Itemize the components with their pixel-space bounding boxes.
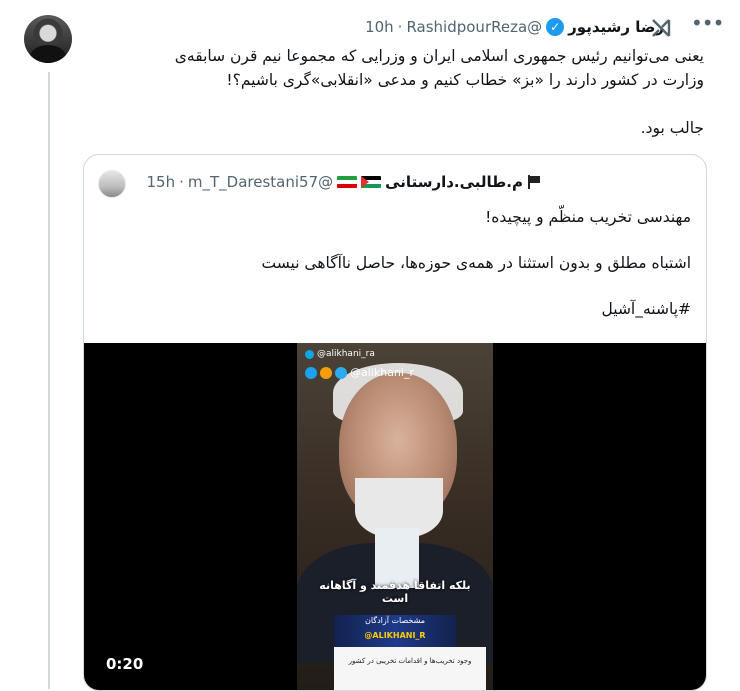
watermark-top-text: @alikhani_ra (317, 349, 375, 359)
separator: · (397, 18, 403, 36)
quoted-text-line: اشتباه مطلق و بدون استثنا در همه‌ی حوزه‌… (261, 254, 691, 272)
tweet-text-line: یعنی می‌توانیم رئیس جمهوری اسلامی ایران … (174, 47, 704, 65)
tweet-header: رضا رشیدپور ✓ @RashidpourReza · 10h (365, 18, 664, 36)
tweet-text-line: وزارت در کشور دارند را «بز» خطاب کنیم و … (226, 71, 704, 89)
video-player[interactable]: @alikhani_ra @alikhani_r بلکه اتفاقا هدف… (84, 343, 706, 690)
quoted-tweet[interactable]: م.طالبی.دارستانی @m_T_Darestani57 · 15h … (83, 154, 707, 691)
palestine-flag-icon (361, 176, 382, 188)
watermark-main-text: @alikhani_r (350, 366, 414, 379)
quoted-text-line: مهندسی تخریب منظّم و پیچیده! (485, 208, 691, 226)
check-icon (305, 349, 314, 359)
banner-handle: @ALIKHANI_R (364, 631, 426, 640)
eitaa-icon (320, 366, 332, 379)
quoted-author-name[interactable]: م.طالبی.دارستانی (385, 173, 523, 191)
watermark-top: @alikhani_ra (305, 349, 375, 359)
quoted-text: مهندسی تخریب منظّم و پیچیده! اشتباه مطلق… (101, 205, 691, 321)
telegram-icon (335, 366, 347, 379)
watermark-main: @alikhani_r (305, 366, 414, 379)
quoted-author-handle[interactable]: @m_T_Darestani57 (188, 173, 333, 191)
author-handle[interactable]: @RashidpourReza (406, 18, 542, 36)
video-banner: مشخصات آزادگان @ALIKHANI_R (334, 615, 456, 647)
grok-icon[interactable] (649, 17, 673, 39)
video-lower-third: وجود تخریب‌ها و اقدامات تخریبی در کشور (334, 647, 486, 690)
instagram-icon (305, 366, 317, 379)
thread-line (48, 72, 50, 689)
tweet-time[interactable]: 10h (365, 18, 394, 36)
quoted-header: م.طالبی.دارستانی @m_T_Darestani57 · 15h (147, 173, 541, 191)
tweet-text-line: جالب بود. (640, 119, 704, 137)
verified-badge-icon: ✓ (546, 18, 565, 36)
black-flag-icon (527, 175, 541, 189)
lower-third-text: وجود تخریب‌ها و اقدامات تخریبی در کشور (348, 657, 472, 665)
separator: · (179, 173, 184, 191)
iran-flag-icon (337, 176, 358, 188)
quoted-time[interactable]: 15h (147, 173, 176, 191)
banner-title: مشخصات آزادگان (364, 616, 426, 625)
quoted-hashtag[interactable]: #پاشنه_آشیل (101, 297, 691, 321)
quoted-author-avatar[interactable] (98, 170, 126, 198)
more-icon[interactable]: ••• (691, 13, 724, 40)
author-avatar[interactable] (24, 15, 72, 63)
video-caption: بلکه اتفاقا هدفمند و آگاهانه است (319, 579, 471, 605)
tweet-text: یعنی می‌توانیم رئیس جمهوری اسلامی ایران … (84, 44, 704, 140)
video-frame: @alikhani_ra @alikhani_r بلکه اتفاقا هدف… (297, 343, 493, 690)
video-duration: 0:20 (106, 655, 144, 673)
